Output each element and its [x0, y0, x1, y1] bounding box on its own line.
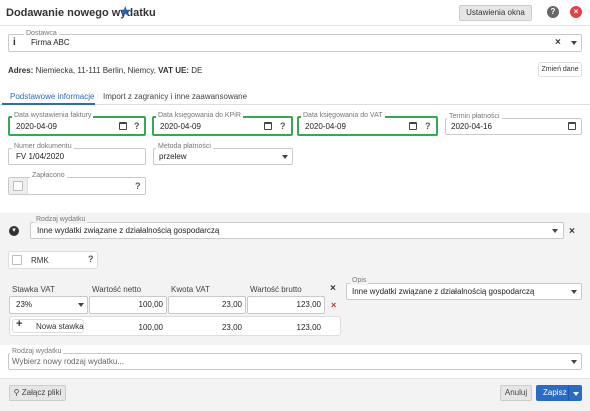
- attach-files-button[interactable]: ⚲ Załącz pliki: [9, 385, 66, 401]
- remove-row-icon[interactable]: ×: [331, 300, 336, 310]
- new-expense-type-placeholder: Wybierz nowy rodzaj wydatku...: [12, 357, 124, 366]
- chevron-down-icon[interactable]: [552, 229, 558, 233]
- paperclip-icon: ⚲: [13, 388, 20, 397]
- rmk-label: RMK: [31, 256, 49, 265]
- tab-import-advanced[interactable]: Import z zagranicy i inne zaawansowane: [103, 92, 247, 101]
- close-icon[interactable]: ×: [570, 6, 582, 18]
- help-icon[interactable]: ?: [547, 6, 559, 18]
- calendar-icon[interactable]: [568, 122, 576, 130]
- col-header-rate: Stawka VAT: [12, 285, 55, 294]
- total-gross: 123,00: [296, 323, 321, 332]
- rmk-checkbox[interactable]: [12, 255, 22, 265]
- save-label: Zapisz: [543, 388, 567, 397]
- cancel-button[interactable]: Anuluj: [500, 385, 532, 401]
- col-header-vat: Kwota VAT: [171, 285, 210, 294]
- calendar-icon[interactable]: [264, 122, 272, 130]
- vat-rate-value: 23%: [16, 300, 33, 309]
- paid-checkbox[interactable]: [13, 181, 23, 191]
- chevron-down-icon[interactable]: [78, 303, 84, 307]
- chevron-down-icon[interactable]: [571, 41, 577, 45]
- calendar-icon[interactable]: [409, 122, 417, 130]
- plus-icon: +: [16, 318, 23, 330]
- net-value: 100,00: [138, 300, 163, 309]
- total-net: 100,00: [138, 323, 163, 332]
- chevron-down-icon[interactable]: [571, 360, 577, 364]
- paid-input[interactable]: [8, 177, 146, 195]
- description-value: Inne wydatki związane z działalnością go…: [352, 287, 535, 296]
- help-icon[interactable]: ?: [425, 119, 431, 134]
- star-icon[interactable]: ★: [119, 4, 132, 18]
- clear-supplier-icon[interactable]: ×: [555, 38, 561, 48]
- gross-value: 123,00: [296, 300, 321, 309]
- add-rate-label: Nowa stawka: [36, 322, 84, 331]
- help-icon[interactable]: ?: [134, 119, 140, 134]
- chevron-down-icon[interactable]: [571, 290, 577, 294]
- dialog-title: Dodawanie nowego wydatku: [6, 7, 156, 19]
- expense-type-value: Inne wydatki związane z działalnością go…: [37, 226, 220, 235]
- chevron-down-icon[interactable]: [573, 392, 579, 396]
- total-vat: 23,00: [221, 323, 242, 332]
- issue-date-value: 2020-04-09: [16, 122, 57, 131]
- help-icon[interactable]: ?: [280, 119, 286, 134]
- active-tab-indicator: [2, 103, 95, 105]
- window-settings-button[interactable]: Ustawienia okna: [459, 5, 532, 21]
- help-icon[interactable]: ?: [88, 252, 94, 267]
- supplier-value: Firma ABC: [31, 38, 70, 47]
- payment-due-value: 2020-04-16: [451, 122, 492, 131]
- calendar-icon[interactable]: [119, 122, 127, 130]
- collapse-chevron-icon[interactable]: ▾: [9, 226, 19, 236]
- change-data-button[interactable]: Zmień dane: [538, 62, 582, 77]
- info-icon[interactable]: i: [13, 37, 16, 48]
- tab-basic-info[interactable]: Podstawowe informacje: [10, 92, 94, 101]
- remove-expense-icon[interactable]: ×: [569, 227, 575, 237]
- col-header-gross: Wartość brutto: [250, 285, 302, 294]
- supplier-select[interactable]: [8, 34, 582, 52]
- col-header-net: Wartość netto: [92, 285, 142, 294]
- save-divider: [568, 386, 569, 400]
- doc-number-value: FV 1/04/2020: [16, 152, 65, 161]
- vat-date-value: 2020-04-09: [305, 122, 346, 131]
- vat-amount-value: 23,00: [221, 300, 242, 309]
- supplier-address: Adres: Niemiecka, 11-111 Berlin, Niemcy,…: [8, 66, 203, 75]
- clear-rows-icon[interactable]: ×: [330, 284, 336, 294]
- chevron-down-icon[interactable]: [282, 155, 288, 159]
- kpir-date-value: 2020-04-09: [160, 122, 201, 131]
- payment-method-value: przelew: [159, 152, 187, 161]
- paid-label: Zapłacono: [30, 172, 67, 180]
- save-button[interactable]: Zapisz: [536, 385, 582, 401]
- help-icon[interactable]: ?: [135, 179, 141, 194]
